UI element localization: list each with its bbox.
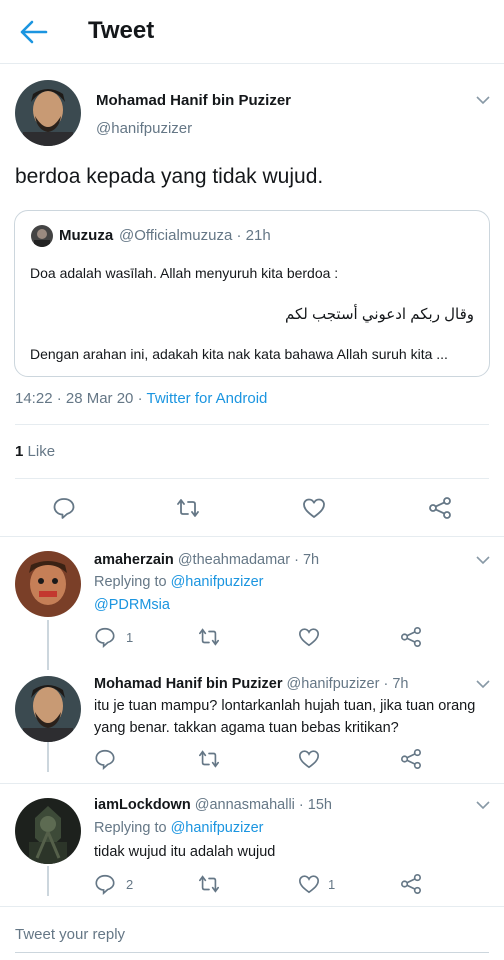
- page-title: Tweet: [88, 17, 155, 44]
- reply-icon[interactable]: [94, 748, 118, 772]
- heart-icon[interactable]: [298, 748, 322, 772]
- heart-icon[interactable]: [302, 496, 326, 520]
- reply-avatar[interactable]: [15, 798, 81, 864]
- replying-to: Replying to @hanifpuzizer: [94, 574, 264, 590]
- reply-author-handle[interactable]: @annasmahalli: [195, 797, 295, 813]
- mention-link[interactable]: @PDRMsia: [94, 597, 170, 613]
- reply-time: · 15h: [298, 797, 332, 813]
- top-bar: Tweet: [0, 0, 504, 64]
- retweet-icon[interactable]: [198, 748, 222, 772]
- tweet-text: berdoa kepada yang tidak wujud.: [15, 165, 324, 188]
- reply-author-handle[interactable]: @theahmadamar: [178, 552, 290, 568]
- quoted-text-line: Doa adalah wasīlah. Allah menyuruh kita …: [30, 265, 339, 281]
- quoted-author-handle: @Officialmuzuza · 21h: [119, 227, 271, 244]
- reply-avatar[interactable]: [15, 551, 81, 617]
- reply-text-line: yang benar. takkan agama tuan bebas krit…: [94, 720, 399, 736]
- quoted-tweet[interactable]: Muzuza @Officialmuzuza · 21h Doa adalah …: [14, 210, 490, 377]
- thread-line: [47, 620, 49, 670]
- author-handle[interactable]: @hanifpuzizer: [96, 120, 192, 137]
- thread-line: [47, 742, 49, 772]
- share-icon[interactable]: [400, 748, 424, 772]
- chevron-down-icon[interactable]: [476, 555, 490, 565]
- chevron-down-icon[interactable]: [476, 95, 490, 105]
- divider: [0, 906, 504, 907]
- reply-header: amaherzain @theahmadamar · 7h: [94, 552, 319, 568]
- retweet-icon[interactable]: [198, 873, 222, 897]
- reply-icon[interactable]: [94, 626, 118, 650]
- reply-avatar[interactable]: [15, 676, 81, 742]
- client-link[interactable]: Twitter for Android: [146, 390, 267, 407]
- reply-count: 1: [126, 630, 134, 645]
- quoted-author-name: Muzuza: [59, 227, 114, 244]
- quoted-text-line: Dengan arahan ini, adakah kita nak kata …: [30, 346, 448, 362]
- reply-composer-input[interactable]: Tweet your reply: [15, 926, 125, 943]
- reply-icon[interactable]: [52, 496, 76, 520]
- reply-header: Mohamad Hanif bin Puzizer @hanifpuzizer …: [94, 676, 408, 692]
- retweet-icon[interactable]: [198, 626, 222, 650]
- mention-link[interactable]: @hanifpuzizer: [171, 820, 264, 836]
- divider: [0, 783, 504, 784]
- reply-icon[interactable]: [94, 873, 118, 897]
- author-name[interactable]: Mohamad Hanif bin Puzizer: [96, 92, 291, 109]
- reply-author-handle[interactable]: @hanifpuzizer: [287, 676, 380, 692]
- quoted-arabic-text: وقال ربكم ادعوني أستجب لكم: [285, 306, 474, 323]
- like-label: Like: [27, 443, 56, 460]
- reply-time: · 7h: [294, 552, 320, 568]
- timestamp: 14:22 · 28 Mar 20 ·: [15, 390, 143, 407]
- like-count: 1: [15, 443, 24, 460]
- heart-icon[interactable]: [298, 626, 322, 650]
- reply-author-name[interactable]: amaherzain: [94, 552, 174, 568]
- divider: [0, 536, 504, 537]
- reply-author-name[interactable]: Mohamad Hanif bin Puzizer: [94, 676, 283, 692]
- composer-underline: [15, 952, 489, 953]
- reply-header: iamLockdown @annasmahalli · 15h: [94, 797, 332, 813]
- chevron-down-icon[interactable]: [476, 679, 490, 689]
- reply-author-name[interactable]: iamLockdown: [94, 797, 191, 813]
- reply-text-line: itu je tuan mampu? lontarkanlah hujah tu…: [94, 698, 476, 714]
- reply-time: · 7h: [383, 676, 409, 692]
- like-stats[interactable]: 1 Like: [15, 443, 55, 460]
- thread-line: [47, 866, 49, 896]
- replying-to: Replying to @hanifpuzizer: [94, 820, 264, 836]
- share-icon[interactable]: [400, 873, 424, 897]
- divider: [15, 478, 489, 479]
- quoted-author-avatar: [31, 225, 53, 247]
- heart-icon[interactable]: [298, 873, 322, 897]
- tweet-meta: 14:22 · 28 Mar 20 · Twitter for Android: [15, 390, 267, 407]
- divider: [15, 424, 489, 425]
- reply-text-line: tidak wujud itu adalah wujud: [94, 844, 276, 860]
- author-avatar[interactable]: [15, 80, 81, 146]
- share-icon[interactable]: [428, 496, 452, 520]
- mention-link[interactable]: @hanifpuzizer: [171, 574, 264, 590]
- reply-count: 2: [126, 877, 134, 892]
- share-icon[interactable]: [400, 626, 424, 650]
- chevron-down-icon[interactable]: [476, 800, 490, 810]
- retweet-icon[interactable]: [176, 496, 200, 520]
- arrow-left-icon[interactable]: [18, 18, 48, 46]
- like-count: 1: [328, 877, 336, 892]
